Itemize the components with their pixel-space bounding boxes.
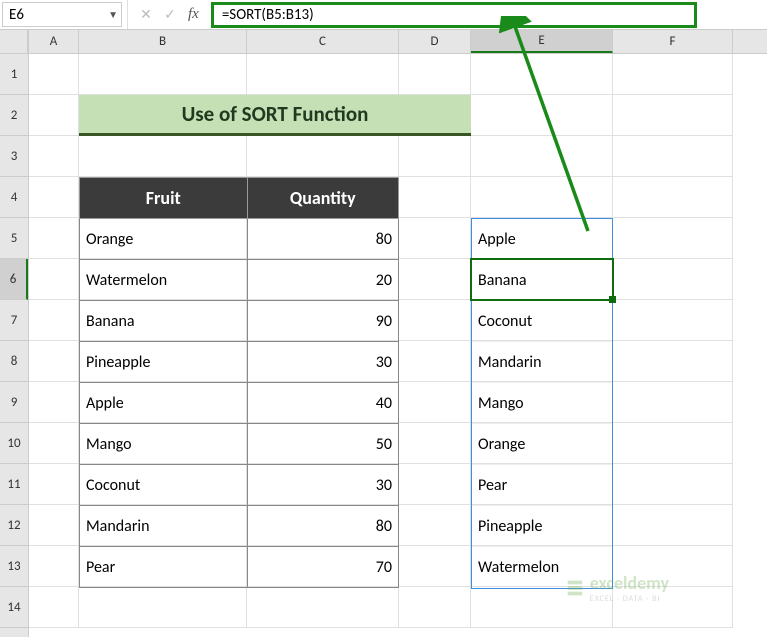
row-header[interactable]: 4 [0,177,28,218]
row-header[interactable]: 8 [0,341,28,382]
row-header[interactable]: 3 [0,136,28,177]
row-header[interactable]: 7 [0,300,28,341]
name-box[interactable]: E6 ▼ [2,2,122,27]
table-header-fruit: Fruit [80,178,248,219]
table-row: Coconut30 [80,465,399,506]
col-header[interactable]: F [613,30,733,53]
spill-range: Apple Banana Coconut Mandarin Mango Oran… [471,218,613,589]
formula-text: =SORT(B5:B13) [222,6,314,24]
dropdown-icon[interactable]: ▼ [108,8,118,21]
table-row: Mandarin80 [80,506,399,547]
table-row: Watermelon20 [80,260,399,301]
row-header-selected[interactable]: 6 [0,259,28,300]
table-header-qty: Quantity [247,178,398,219]
row-header[interactable]: 13 [0,546,28,587]
fruit-data-table: Fruit Quantity Orange80 Watermelon20 Ban… [79,177,399,588]
table-row: Mango50 [80,424,399,465]
col-header[interactable]: B [79,30,247,53]
row-header[interactable]: 12 [0,505,28,546]
formula-bar: E6 ▼ ✕ ✓ fx =SORT(B5:B13) [0,0,767,30]
spreadsheet-grid: 1 2 3 4 5 6 7 8 9 10 11 12 13 14 A B C D… [0,30,767,637]
spill-cell[interactable]: Coconut [472,301,612,342]
col-header-selected[interactable]: E [471,30,613,53]
table-row: Apple40 [80,383,399,424]
enter-icon: ✓ [158,6,182,23]
cells-area[interactable]: Use of SORT Function Fruit Quantity Oran… [29,54,767,628]
select-all-corner[interactable] [0,30,28,54]
spill-cell[interactable]: Orange [472,424,612,465]
table-row: Orange80 [80,219,399,260]
row-header[interactable]: 9 [0,382,28,423]
row-headers: 1 2 3 4 5 6 7 8 9 10 11 12 13 14 [0,30,29,637]
column-headers: A B C D E F [29,30,767,54]
spill-cell[interactable]: Mango [472,383,612,424]
formula-input-highlight[interactable]: =SORT(B5:B13) [211,2,697,28]
name-box-value: E6 [9,6,24,24]
spill-cell[interactable]: Banana [472,260,612,301]
row-header[interactable]: 2 [0,95,28,136]
table-row: Pear70 [80,547,399,588]
table-row: Banana90 [80,301,399,342]
col-header[interactable]: D [399,30,471,53]
spill-cell[interactable]: Mandarin [472,342,612,383]
spill-cell[interactable]: Apple [472,219,612,260]
spill-cell[interactable]: Pear [472,465,612,506]
row-header[interactable]: 5 [0,218,28,259]
cancel-icon: ✕ [134,6,158,23]
fx-icon[interactable]: fx [182,6,205,23]
row-header[interactable]: 10 [0,423,28,464]
col-header[interactable]: C [247,30,399,53]
sheet-title: Use of SORT Function [79,95,471,136]
watermark: exceldemy EXCEL · DATA · BI [564,572,669,604]
row-header[interactable]: 14 [0,587,28,628]
row-header[interactable]: 11 [0,464,28,505]
spill-cell[interactable]: Pineapple [472,506,612,547]
row-header[interactable]: 1 [0,54,28,95]
table-row: Pineapple30 [80,342,399,383]
col-header[interactable]: A [29,30,79,53]
